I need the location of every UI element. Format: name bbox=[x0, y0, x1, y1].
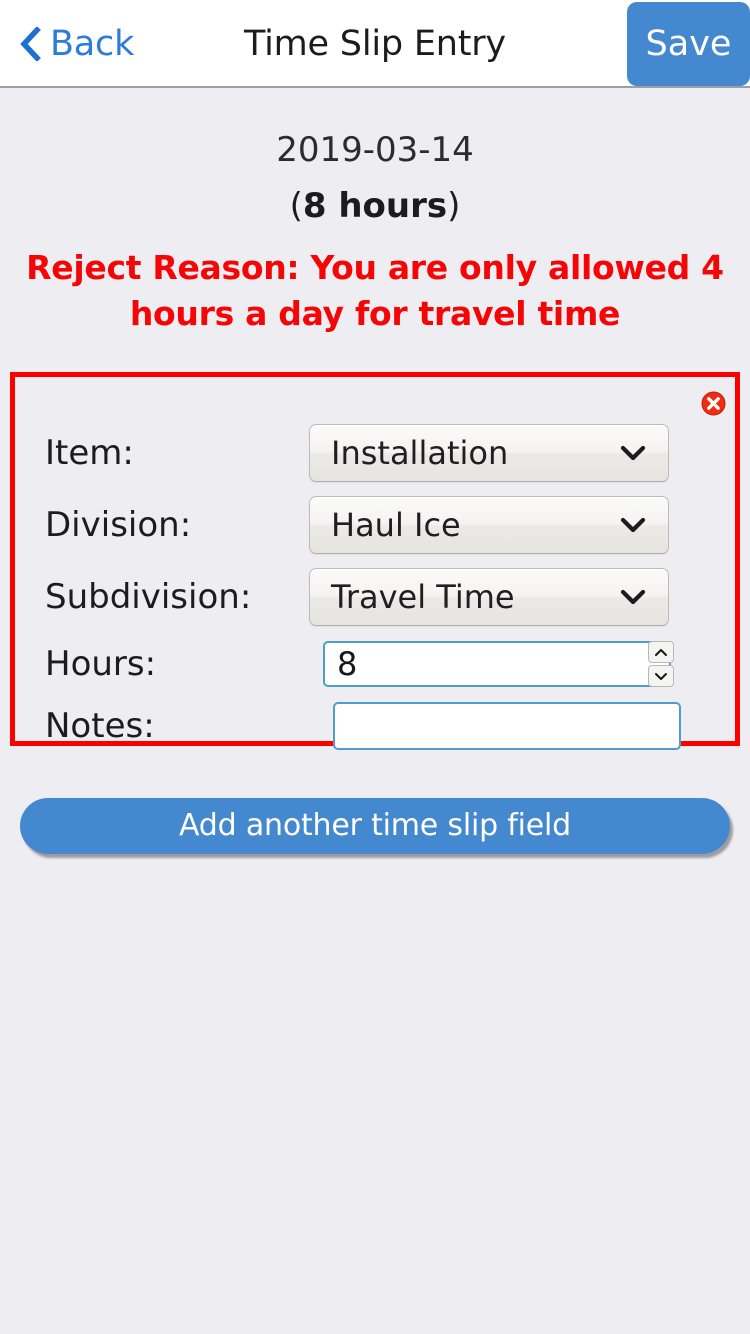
item-select[interactable]: Installation bbox=[309, 424, 669, 482]
field-rows: Item: Installation Division: Haul Ice Su… bbox=[15, 417, 735, 757]
remove-circle-icon[interactable] bbox=[701, 391, 726, 416]
reject-reason-message: Reject Reason: You are only allowed 4 ho… bbox=[26, 248, 724, 333]
subdivision-select-value: Travel Time bbox=[331, 578, 515, 616]
field-row-division: Division: Haul Ice bbox=[15, 489, 735, 561]
field-row-notes: Notes: bbox=[15, 695, 735, 757]
hours-stepper[interactable] bbox=[648, 641, 674, 687]
field-row-subdivision: Subdivision: Travel Time bbox=[15, 561, 735, 633]
slip-total-hours: (8 hours) bbox=[0, 185, 750, 227]
hours-paren-open: ( bbox=[289, 186, 303, 226]
notes-label: Notes: bbox=[45, 706, 155, 746]
division-select-value: Haul Ice bbox=[331, 506, 461, 544]
subdivision-label: Subdivision: bbox=[45, 577, 252, 617]
slip-date: 2019-03-14 bbox=[276, 130, 474, 170]
stepper-down-icon[interactable] bbox=[648, 665, 674, 687]
chevron-down-icon bbox=[620, 589, 646, 605]
chevron-down-icon bbox=[620, 445, 646, 461]
summary-section: 2019-03-14 (8 hours) Reject Reason: You … bbox=[0, 88, 750, 337]
save-button[interactable]: Save bbox=[627, 2, 750, 86]
navigation-bar: Back Time Slip Entry Save bbox=[0, 0, 750, 88]
subdivision-select[interactable]: Travel Time bbox=[309, 568, 669, 626]
hours-value: 8 hours bbox=[302, 186, 448, 226]
stepper-up-icon[interactable] bbox=[648, 641, 674, 663]
field-row-hours: Hours: bbox=[15, 633, 735, 695]
item-label: Item: bbox=[45, 433, 134, 473]
field-row-item: Item: Installation bbox=[15, 417, 735, 489]
division-select[interactable]: Haul Ice bbox=[309, 496, 669, 554]
chevron-down-icon bbox=[620, 517, 646, 533]
hours-paren-close: ) bbox=[447, 186, 461, 226]
division-label: Division: bbox=[45, 505, 192, 545]
add-time-slip-field-button[interactable]: Add another time slip field bbox=[20, 798, 730, 854]
hours-input[interactable] bbox=[323, 641, 671, 687]
hours-label: Hours: bbox=[45, 644, 157, 684]
time-slip-entry-screen: Back Time Slip Entry Save 2019-03-14 (8 … bbox=[0, 0, 750, 1334]
item-select-value: Installation bbox=[331, 434, 509, 472]
notes-input[interactable] bbox=[333, 702, 681, 750]
time-slip-field-card: Item: Installation Division: Haul Ice Su… bbox=[10, 372, 740, 750]
